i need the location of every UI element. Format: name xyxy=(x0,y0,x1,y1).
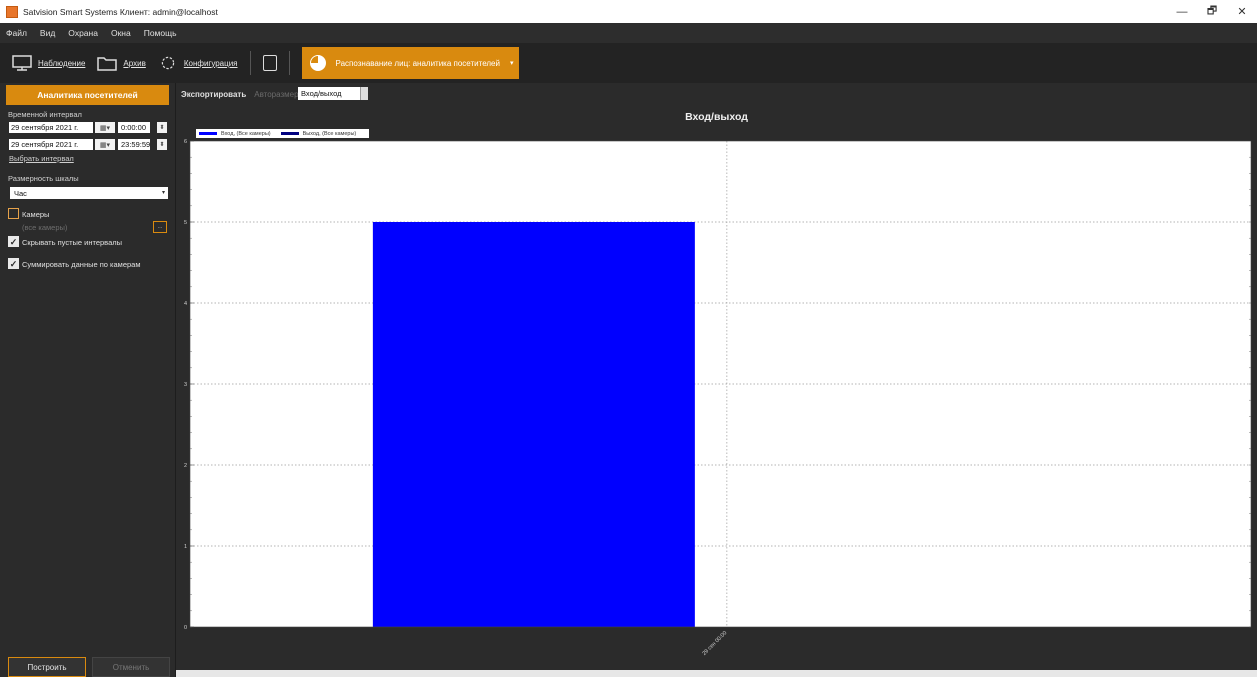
y-tick-label: 0 xyxy=(184,625,187,631)
sum-cameras-checkbox[interactable]: ✓ xyxy=(8,258,19,269)
minimize-button[interactable]: — xyxy=(1167,0,1197,23)
legend-swatch-in xyxy=(199,132,217,135)
chart-svg: 0 1 2 3 4 5 6 29 сен 00:00 xyxy=(184,139,1252,657)
mode-select[interactable]: Вход/выход xyxy=(298,87,368,100)
hide-empty-checkbox[interactable]: ✓ xyxy=(8,236,19,247)
tab-face-analytics[interactable]: Распознавание лиц: аналитика посетителей… xyxy=(301,47,520,79)
start-time-spinner[interactable]: ⬍ xyxy=(157,122,167,133)
plot-background xyxy=(190,141,1251,627)
calendar-icon[interactable]: ▦▾ xyxy=(95,122,115,133)
legend-item-out: Выход, (Все камеры) xyxy=(280,130,357,137)
legend-label-in: Вход, (Все камеры) xyxy=(221,130,271,137)
menu-bar: Файл Вид Охрана Окна Помощь xyxy=(0,23,1257,43)
scale-label: Размерность шкалы xyxy=(8,174,79,183)
panel-header: Аналитика посетителей xyxy=(6,85,169,105)
build-button[interactable]: Построить xyxy=(8,657,86,677)
monitor-icon xyxy=(12,55,32,71)
chevron-down-icon: ▾ xyxy=(161,190,165,196)
folder-icon xyxy=(97,57,118,71)
content-toolbar: Экспортировать Авторазмер Вход/выход xyxy=(176,83,1257,105)
y-tick-label: 1 xyxy=(184,544,187,550)
close-button[interactable]: ✕ xyxy=(1227,0,1257,23)
menu-view[interactable]: Вид xyxy=(40,28,55,38)
chart-bar xyxy=(372,222,695,627)
mode-select-value: Вход/выход xyxy=(301,89,342,98)
export-button[interactable]: Экспортировать xyxy=(181,90,246,99)
menu-help[interactable]: Помощь xyxy=(144,28,177,38)
x-tick-label: 29 сен 00:00 xyxy=(702,630,729,657)
monitoring-button[interactable]: Наблюдение xyxy=(12,48,85,78)
toolbar-separator xyxy=(249,51,251,75)
left-panel: Аналитика посетителей Временной интервал… xyxy=(0,83,176,677)
y-tick-label: 2 xyxy=(184,463,187,469)
book-icon[interactable] xyxy=(262,55,277,71)
config-button[interactable]: Конфигурация xyxy=(158,48,238,78)
cancel-button[interactable]: Отменить xyxy=(92,657,170,677)
y-tick-label: 5 xyxy=(184,220,187,226)
window-controls: — 🗗 ✕ xyxy=(1167,0,1257,23)
menu-windows[interactable]: Окна xyxy=(111,28,131,38)
end-date-field[interactable]: 29 сентября 2021 г. xyxy=(9,139,93,150)
start-time-field[interactable]: 0:00:00 xyxy=(118,122,150,133)
choose-cameras-button[interactable]: ... xyxy=(153,221,167,233)
start-date-field[interactable]: 29 сентября 2021 г. xyxy=(9,122,93,133)
chevron-down-icon xyxy=(360,87,368,100)
archive-button[interactable]: Архив xyxy=(97,48,146,78)
archive-label: Архив xyxy=(123,58,146,68)
title-bar: Satvision Smart Systems Клиент: admin@lo… xyxy=(0,0,1257,23)
menu-security[interactable]: Охрана xyxy=(68,28,98,38)
config-label: Конфигурация xyxy=(183,58,238,68)
y-tick-label: 3 xyxy=(184,382,187,388)
choose-interval-link[interactable]: Выбрать интервал xyxy=(9,154,74,163)
autosize-button[interactable]: Авторазмер xyxy=(254,90,298,99)
sum-cameras-label: Суммировать данные по камерам xyxy=(22,260,141,269)
interval-label: Временной интервал xyxy=(8,110,82,119)
cameras-value: (все камеры) xyxy=(22,223,68,232)
end-time-spinner[interactable]: ⬍ xyxy=(157,139,167,150)
chevron-down-icon[interactable]: ▾ xyxy=(510,59,514,67)
chart-legend: Вход, (Все камеры) Выход, (Все камеры) xyxy=(196,129,370,138)
y-tick-label: 6 xyxy=(184,139,187,145)
toolbar-separator xyxy=(288,51,290,75)
y-tick-label: 4 xyxy=(184,301,187,307)
window-title: Satvision Smart Systems Клиент: admin@lo… xyxy=(23,6,218,17)
cameras-label: Камеры xyxy=(22,210,50,219)
scale-select[interactable]: Час ▾ xyxy=(10,187,168,199)
pie-chart-icon xyxy=(309,55,326,71)
legend-label-out: Выход, (Все камеры) xyxy=(302,130,357,137)
app-logo-icon xyxy=(6,5,18,18)
gear-icon xyxy=(161,56,175,70)
cameras-checkbox[interactable] xyxy=(8,208,19,219)
hide-empty-label: Скрывать пустые интервалы xyxy=(22,238,123,247)
scale-select-value: Час xyxy=(14,188,27,198)
calendar-icon[interactable]: ▦▾ xyxy=(95,139,115,150)
restore-button[interactable]: 🗗 xyxy=(1197,0,1227,23)
monitoring-label: Наблюдение xyxy=(38,58,86,68)
end-time-field[interactable]: 23:59:59 xyxy=(118,139,150,150)
face-analytics-label: Распознавание лиц: аналитика посетителей xyxy=(335,58,500,68)
menu-file[interactable]: Файл xyxy=(6,28,27,38)
chart-area: Вход/выход 0 1 2 3 4 5 6 29 сен 00:00 Вход, (Вс… xyxy=(176,105,1257,670)
legend-item-in: Вход, (Все камеры) xyxy=(199,131,271,137)
horizontal-scrollbar[interactable] xyxy=(176,670,1257,677)
legend-swatch-out xyxy=(280,132,299,135)
main-toolbar: Наблюдение Архив Конфигурация Распознава… xyxy=(0,43,1257,83)
